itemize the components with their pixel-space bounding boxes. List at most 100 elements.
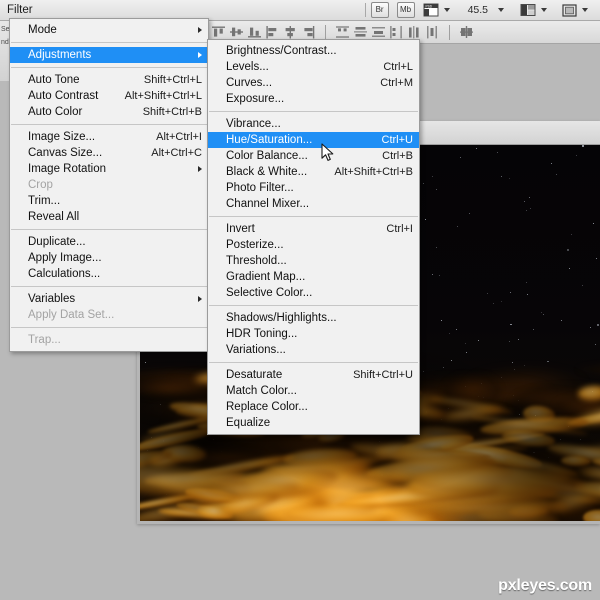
menu-separator — [11, 327, 207, 328]
adjustments-menu-item-hdr-toning[interactable]: HDR Toning... — [208, 326, 419, 342]
adjustments-menu-item-color-balance[interactable]: Color Balance... Ctrl+B — [208, 148, 419, 164]
arrange-documents-icon[interactable] — [520, 3, 537, 18]
menu-item-label: Apply Data Set... — [28, 309, 115, 321]
adjustments-menu-item-posterize[interactable]: Posterize... — [208, 237, 419, 253]
adjustments-menu-item-desaturate[interactable]: Desaturate Shift+Ctrl+U — [208, 367, 419, 383]
image-menu-item-variables[interactable]: Variables — [10, 291, 208, 307]
submenu-arrow-icon — [198, 27, 202, 33]
menu-title-filter[interactable]: Filter — [0, 1, 55, 19]
image-menu-item-auto-color[interactable]: Auto Color Shift+Ctrl+B — [10, 104, 208, 120]
menu-separator — [209, 216, 418, 217]
adjustments-menu-item-channel-mixer[interactable]: Channel Mixer... — [208, 196, 419, 212]
adjustments-menu-item-exposure[interactable]: Exposure... — [208, 91, 419, 107]
menu-item-label: Canvas Size... — [28, 147, 103, 159]
menu-item-label: Image Size... — [28, 131, 96, 143]
adjustments-menu-item-replace-color[interactable]: Replace Color... — [208, 399, 419, 415]
mini-bridge-button[interactable]: Mb — [396, 2, 415, 18]
image-menu-dropdown[interactable]: Mode Adjustments Auto Tone Shift+Ctrl+L Auto… — [9, 18, 209, 352]
zoom-chevron-down-icon[interactable] — [498, 8, 504, 12]
menu-item-shortcut: Shift+Ctrl+L — [143, 74, 202, 86]
menu-item-label: Exposure... — [226, 93, 285, 105]
distribute-right-edges-icon[interactable] — [425, 25, 440, 39]
image-menu-item-mode[interactable]: Mode — [10, 22, 208, 38]
menu-separator — [209, 111, 418, 112]
menu-separator — [11, 67, 207, 68]
menu-item-shortcut: Ctrl+U — [381, 134, 413, 146]
zoom-level-value: 45.5 — [467, 4, 488, 16]
menu-item-shortcut: Ctrl+M — [380, 77, 413, 89]
align-button-group — [206, 25, 321, 39]
align-vertical-centers-icon[interactable] — [229, 25, 244, 39]
screen-modes-icon[interactable] — [561, 3, 578, 18]
image-menu-item-duplicate[interactable]: Duplicate... — [10, 234, 208, 250]
menu-item-label: Channel Mixer... — [226, 198, 310, 210]
image-menu-item-apply-image[interactable]: Apply Image... — [10, 250, 208, 266]
image-menu-item-auto-tone[interactable]: Auto Tone Shift+Ctrl+L — [10, 72, 208, 88]
screen-mode-icon[interactable]: PSD — [423, 3, 440, 18]
image-menu-item-canvas-size[interactable]: Canvas Size... Alt+Ctrl+C — [10, 145, 208, 161]
adjustments-menu-item-threshold[interactable]: Threshold... — [208, 253, 419, 269]
menu-item-label: Replace Color... — [226, 401, 308, 413]
distribute-horizontal-centers-icon[interactable] — [407, 25, 422, 39]
adjustments-menu-item-vibrance[interactable]: Vibrance... — [208, 116, 419, 132]
watermark: pxleyes.com — [498, 577, 592, 594]
align-left-edges-icon[interactable] — [265, 25, 280, 39]
adjustments-menu-item-equalize[interactable]: Equalize — [208, 415, 419, 431]
menu-separator — [11, 229, 207, 230]
menu-item-shortcut: Alt+Shift+Ctrl+L — [124, 90, 202, 102]
menu-item-label: Reveal All — [28, 211, 80, 223]
adjustments-menu-item-selective-color[interactable]: Selective Color... — [208, 285, 419, 301]
menu-item-label: Vibrance... — [226, 118, 281, 130]
adjustments-menu-item-black-white[interactable]: Black & White... Alt+Shift+Ctrl+B — [208, 164, 419, 180]
toolbar-separator-1 — [325, 24, 326, 40]
align-horizontal-centers-icon[interactable] — [283, 25, 298, 39]
adjustments-submenu-dropdown[interactable]: Brightness/Contrast... Levels... Ctrl+L Cur… — [207, 39, 420, 435]
image-menu-item-calculations[interactable]: Calculations... — [10, 266, 208, 282]
adjustments-menu-item-curves[interactable]: Curves... Ctrl+M — [208, 75, 419, 91]
arrange-chevron-down-icon[interactable] — [541, 8, 547, 12]
image-menu-item-trim[interactable]: Trim... — [10, 193, 208, 209]
adjustments-menu-item-shadows-highlights[interactable]: Shadows/Highlights... — [208, 310, 419, 326]
adjustments-menu-item-gradient-map[interactable]: Gradient Map... — [208, 269, 419, 285]
distribute-left-edges-icon[interactable] — [389, 25, 404, 39]
image-menu-item-adjustments[interactable]: Adjustments — [10, 47, 208, 63]
adjustments-menu-item-variations[interactable]: Variations... — [208, 342, 419, 358]
toolbar-separator-2 — [449, 24, 450, 40]
align-right-edges-icon[interactable] — [301, 25, 316, 39]
menu-item-label: Threshold... — [226, 255, 287, 267]
auto-align-button-group — [454, 25, 479, 39]
auto-align-layers-icon[interactable] — [459, 25, 474, 39]
menu-item-label: Variations... — [226, 344, 286, 356]
menu-separator — [11, 42, 207, 43]
image-menu-item-image-rotation[interactable]: Image Rotation — [10, 161, 208, 177]
menu-bar-toolbar: Br Mb PSD 45.5 — [360, 0, 600, 20]
menu-item-label: Shadows/Highlights... — [226, 312, 337, 324]
screen-modes-chevron-down-icon[interactable] — [582, 8, 588, 12]
bridge-button[interactable]: Br — [370, 2, 389, 18]
menu-item-shortcut: Ctrl+I — [386, 223, 413, 235]
distribute-top-edges-icon[interactable] — [335, 25, 350, 39]
submenu-arrow-icon — [198, 166, 202, 172]
adjustments-menu-item-hue-saturation[interactable]: Hue/Saturation... Ctrl+U — [208, 132, 419, 148]
image-menu-item-image-size[interactable]: Image Size... Alt+Ctrl+I — [10, 129, 208, 145]
svg-text:PSD: PSD — [425, 4, 432, 8]
image-menu-item-trap: Trap... — [10, 332, 208, 348]
image-menu-item-auto-contrast[interactable]: Auto Contrast Alt+Shift+Ctrl+L — [10, 88, 208, 104]
align-top-edges-icon[interactable] — [211, 25, 226, 39]
adjustments-menu-item-brightness-contrast[interactable]: Brightness/Contrast... — [208, 43, 419, 59]
distribute-vertical-centers-icon[interactable] — [353, 25, 368, 39]
image-menu-item-reveal-all[interactable]: Reveal All — [10, 209, 208, 225]
menu-item-label: Image Rotation — [28, 163, 106, 175]
screen-mode-chevron-down-icon[interactable] — [443, 8, 450, 12]
menu-item-shortcut: Ctrl+L — [383, 61, 413, 73]
adjustments-menu-item-photo-filter[interactable]: Photo Filter... — [208, 180, 419, 196]
menu-item-label: Match Color... — [226, 385, 297, 397]
menu-item-label: Crop — [28, 179, 53, 191]
adjustments-menu-item-levels[interactable]: Levels... Ctrl+L — [208, 59, 419, 75]
adjustments-menu-item-match-color[interactable]: Match Color... — [208, 383, 419, 399]
menu-item-shortcut: Alt+Shift+Ctrl+B — [334, 166, 413, 178]
adjustments-menu-item-invert[interactable]: Invert Ctrl+I — [208, 221, 419, 237]
distribute-bottom-edges-icon[interactable] — [371, 25, 386, 39]
align-bottom-edges-icon[interactable] — [247, 25, 262, 39]
toolbar-separator — [364, 3, 366, 17]
